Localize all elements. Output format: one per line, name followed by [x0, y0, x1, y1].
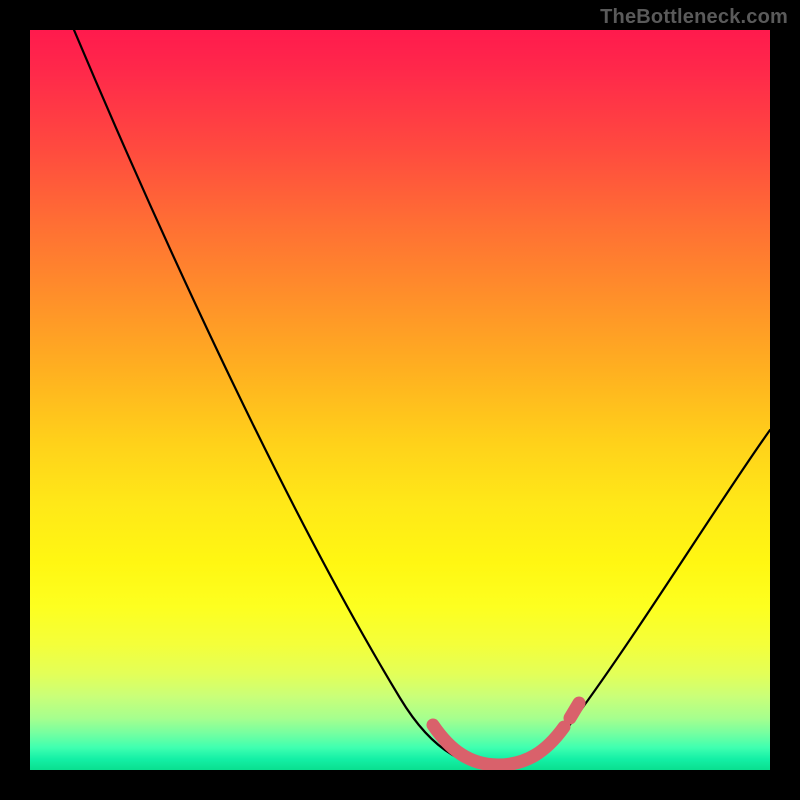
curve-svg [30, 30, 770, 770]
bottleneck-curve [74, 30, 770, 766]
chart-frame: TheBottleneck.com [0, 0, 800, 800]
watermark-text: TheBottleneck.com [600, 6, 788, 29]
trough-highlight [433, 703, 579, 765]
plot-area [30, 30, 770, 770]
